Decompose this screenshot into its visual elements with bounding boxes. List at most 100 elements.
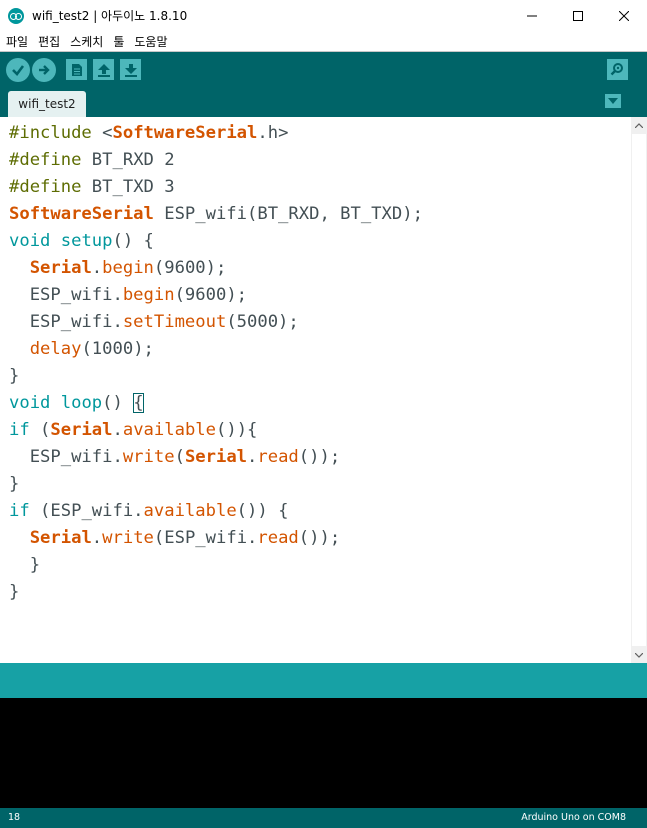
code-token: SoftwareSerial	[112, 123, 258, 143]
code-line[interactable]: Serial.begin(9600);	[9, 255, 227, 282]
tab-menu-button[interactable]	[605, 94, 621, 108]
code-token: (ESP_wifi.	[153, 528, 258, 548]
open-arrow-up-icon	[97, 63, 110, 77]
scroll-up-icon[interactable]	[631, 117, 647, 133]
close-button[interactable]	[601, 0, 647, 31]
code-line[interactable]: ESP_wifi.write(Serial.read());	[9, 444, 341, 471]
code-token: SoftwareSerial	[9, 204, 154, 224]
code-token: (	[29, 420, 51, 440]
line-number: 18	[8, 812, 21, 823]
code-token: ());	[298, 447, 341, 467]
code-token: ());	[298, 528, 341, 548]
code-line[interactable]: ESP_wifi.begin(9600);	[9, 282, 247, 309]
code-line[interactable]: }	[9, 579, 19, 606]
save-arrow-down-icon	[124, 63, 137, 77]
code-token: (9600);	[153, 258, 227, 278]
code-token: }	[9, 555, 41, 575]
magnifier-icon	[610, 63, 623, 76]
save-sketch-button[interactable]	[120, 59, 141, 80]
code-token: Serial	[184, 447, 248, 467]
arduino-logo-icon	[8, 7, 24, 24]
tab-bar: wifi_test2	[0, 86, 647, 117]
code-token: ESP_wifi.	[9, 312, 123, 332]
code-token: }	[9, 366, 20, 386]
code-line[interactable]: SoftwareSerial ESP_wifi(BT_RXD, BT_TXD);	[9, 201, 423, 228]
code-line[interactable]: }	[9, 471, 19, 498]
menu-help[interactable]: 도움말	[129, 33, 172, 50]
menu-file[interactable]: 파일	[0, 33, 33, 50]
code-token: setup	[60, 231, 113, 251]
code-token: if	[9, 420, 30, 440]
code-token: #define	[9, 177, 92, 197]
code-token: .	[112, 420, 123, 440]
code-token: available	[143, 501, 237, 521]
code-token: Serial	[29, 258, 92, 278]
code-token: ()){	[216, 420, 258, 440]
minimize-button[interactable]	[509, 0, 555, 31]
code-line[interactable]: void loop() {	[9, 390, 144, 417]
code-token: Serial	[50, 420, 113, 440]
code-line[interactable]: if (Serial.available()){	[9, 417, 257, 444]
code-token: .	[91, 528, 103, 548]
message-area	[0, 663, 647, 698]
code-token: .	[91, 258, 103, 278]
code-token: .	[247, 447, 258, 467]
code-token: (9600);	[174, 285, 248, 305]
triangle-down-icon	[608, 98, 618, 104]
code-line[interactable]: #define BT_TXD 3	[9, 174, 175, 201]
code-line[interactable]: #define BT_RXD 2	[9, 147, 175, 174]
code-token: void	[9, 393, 51, 413]
code-token: }	[9, 582, 20, 602]
scrollbar-thumb[interactable]	[632, 134, 646, 646]
board-port-info: Arduino Uno on COM8	[521, 812, 626, 823]
code-token: if	[9, 501, 30, 521]
code-token: #define	[9, 150, 92, 170]
code-token: ()	[102, 393, 134, 413]
code-token: BT_RXD 2	[91, 150, 175, 170]
code-token: ESP_wifi(BT_RXD, BT_TXD);	[153, 204, 423, 224]
code-line[interactable]: }	[9, 363, 19, 390]
maximize-button[interactable]	[555, 0, 601, 31]
scroll-down-icon[interactable]	[631, 647, 647, 663]
code-editor[interactable]: #include <SoftwareSerial.h> #define BT_RX…	[0, 117, 631, 663]
menu-tools[interactable]: 툴	[108, 33, 129, 50]
code-token: write	[102, 528, 154, 548]
serial-monitor-button[interactable]	[607, 59, 628, 80]
editor-scrollbar[interactable]	[631, 117, 647, 663]
new-sketch-button[interactable]	[66, 59, 87, 80]
code-line[interactable]: ESP_wifi.setTimeout(5000);	[9, 309, 299, 336]
code-token: read	[257, 528, 299, 548]
code-line[interactable]: if (ESP_wifi.available()) {	[9, 498, 288, 525]
verify-button[interactable]	[6, 58, 30, 82]
code-token: delay	[29, 339, 82, 359]
code-token: () {	[112, 231, 154, 251]
window-title: wifi_test2 | 아두이노 1.8.10	[32, 9, 188, 23]
code-line[interactable]: Serial.write(ESP_wifi.read());	[9, 525, 341, 552]
menu-edit[interactable]: 편집	[33, 33, 65, 50]
code-line[interactable]: void setup() {	[9, 228, 154, 255]
menu-sketch[interactable]: 스케치	[65, 33, 108, 50]
code-token: write	[122, 447, 175, 467]
title-bar: wifi_test2 | 아두이노 1.8.10	[0, 0, 647, 31]
code-line[interactable]: #include <SoftwareSerial.h>	[9, 120, 288, 147]
code-token: Serial	[29, 528, 92, 548]
tab-wifi-test2[interactable]: wifi_test2	[8, 91, 86, 117]
menu-bar: 파일 편집 스케치 툴 도움말	[0, 31, 647, 51]
code-line[interactable]: delay(1000);	[9, 336, 154, 363]
upload-button[interactable]	[32, 58, 56, 82]
open-sketch-button[interactable]	[93, 59, 114, 80]
console-output[interactable]	[0, 698, 647, 808]
code-token: void	[9, 231, 51, 251]
code-token: (ESP_wifi.	[29, 501, 144, 521]
code-token: .h>	[257, 123, 289, 143]
window-controls	[509, 0, 647, 31]
code-line[interactable]: }	[9, 552, 40, 579]
code-token: begin	[102, 258, 154, 278]
new-file-icon	[71, 63, 82, 76]
code-token: (5000);	[226, 312, 299, 332]
minimize-icon	[527, 15, 537, 16]
checkmark-icon	[12, 65, 25, 76]
